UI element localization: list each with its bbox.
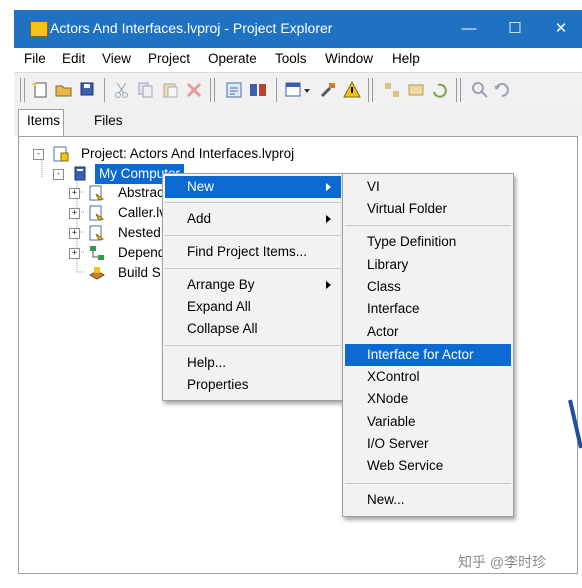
build-icon[interactable] <box>248 80 268 100</box>
submenu-item-virtual-folder[interactable]: Virtual Folder <box>345 198 511 220</box>
tree-label-caller: Caller.lv <box>118 205 167 220</box>
menu-item-label: New <box>187 179 215 194</box>
tree-label-abstract: Abstrac <box>118 185 164 200</box>
submenu-item-interface-for-actor[interactable]: Interface for Actor <box>345 344 511 366</box>
copy-icon[interactable] <box>136 80 156 100</box>
save-all-icon[interactable] <box>78 80 98 100</box>
collapse-icon[interactable]: - <box>33 149 44 160</box>
submenu-item-interface[interactable]: Interface <box>345 298 511 320</box>
title-bar[interactable]: Actors And Interfaces.lvproj - Project E… <box>14 10 582 48</box>
undo-icon[interactable] <box>492 80 512 100</box>
menu-item-collapse-all[interactable]: Collapse All <box>165 318 341 340</box>
submenu-item-variable[interactable]: Variable <box>345 411 511 433</box>
tab-files[interactable]: Files <box>86 110 134 134</box>
wrench-icon[interactable] <box>318 80 338 100</box>
menu-separator <box>165 235 341 236</box>
menu-help[interactable]: Help <box>392 51 420 66</box>
toolbar-grip[interactable] <box>20 78 25 102</box>
arrow-icon <box>568 399 582 449</box>
submenu-arrow-icon <box>326 215 331 223</box>
computer-icon <box>74 166 86 181</box>
tree-label-dependencies: Depend <box>118 245 166 260</box>
submenu-item-new-dialog[interactable]: New... <box>345 489 511 511</box>
arrange-icon[interactable] <box>284 80 304 100</box>
menu-item-new[interactable]: New <box>165 176 341 198</box>
new-file-icon[interactable] <box>30 80 50 100</box>
library-icon[interactable] <box>406 80 426 100</box>
library-file-icon <box>89 225 105 241</box>
submenu-item-web-service[interactable]: Web Service <box>345 455 511 477</box>
menu-item-help[interactable]: Help... <box>165 352 341 374</box>
warning-icon[interactable] <box>342 80 362 100</box>
menu-tools[interactable]: Tools <box>275 51 307 66</box>
menu-project[interactable]: Project <box>148 51 190 66</box>
expand-icon[interactable]: + <box>69 208 80 219</box>
properties-icon[interactable] <box>224 80 244 100</box>
maximize-button[interactable]: ☐ <box>492 15 538 43</box>
close-button[interactable]: ✕ <box>538 15 582 43</box>
context-menu: New Add Find Project Items... Arrange By… <box>162 173 344 401</box>
window-title: Actors And Interfaces.lvproj - Project E… <box>50 20 333 36</box>
tab-strip: Items Files <box>14 106 582 136</box>
search-icon[interactable] <box>470 80 490 100</box>
submenu-item-vi[interactable]: VI <box>345 176 511 198</box>
submenu-arrow-icon <box>326 281 331 289</box>
menu-window[interactable]: Window <box>325 51 373 66</box>
menu-item-expand-all[interactable]: Expand All <box>165 296 341 318</box>
tree-label-build-specs: Build S <box>118 265 161 280</box>
menu-separator <box>165 268 341 269</box>
delete-icon[interactable] <box>184 80 204 100</box>
menu-separator <box>345 225 511 226</box>
menu-item-arrange-by[interactable]: Arrange By <box>165 274 341 296</box>
expand-icon[interactable]: + <box>69 228 80 239</box>
collapse-icon[interactable]: - <box>53 169 64 180</box>
dropdown-arrow-icon[interactable] <box>302 80 312 100</box>
menu-edit[interactable]: Edit <box>62 51 85 66</box>
submenu-item-library[interactable]: Library <box>345 254 511 276</box>
new-submenu: VI Virtual Folder Type Definition Librar… <box>342 173 514 517</box>
submenu-item-xnode[interactable]: XNode <box>345 388 511 410</box>
library-file-icon <box>89 185 105 201</box>
menu-operate[interactable]: Operate <box>208 51 257 66</box>
menu-view[interactable]: View <box>102 51 131 66</box>
submenu-item-class[interactable]: Class <box>345 276 511 298</box>
expand-icon[interactable]: + <box>69 248 80 259</box>
open-folder-icon[interactable] <box>54 80 74 100</box>
tree-label-nested: Nested <box>118 225 161 240</box>
submenu-item-io-server[interactable]: I/O Server <box>345 433 511 455</box>
menu-separator <box>165 345 341 346</box>
tree-label-project: Project: Actors And Interfaces.lvproj <box>81 146 295 161</box>
expand-icon[interactable]: + <box>69 188 80 199</box>
submenu-item-type-definition[interactable]: Type Definition <box>345 231 511 253</box>
menu-item-find-project-items[interactable]: Find Project Items... <box>165 241 341 263</box>
menu-item-add[interactable]: Add <box>165 208 341 230</box>
toolbar <box>14 72 582 108</box>
submenu-arrow-icon <box>326 183 331 191</box>
refresh-icon[interactable] <box>430 80 450 100</box>
minimize-button[interactable]: — <box>446 15 492 43</box>
menu-file[interactable]: File <box>24 51 46 66</box>
dependencies-icon[interactable] <box>382 80 402 100</box>
cut-icon[interactable] <box>112 80 132 100</box>
menu-item-properties[interactable]: Properties <box>165 374 341 396</box>
menu-item-label: Arrange By <box>187 277 255 292</box>
menu-separator <box>165 202 341 203</box>
project-icon <box>53 146 69 162</box>
paste-icon[interactable] <box>160 80 180 100</box>
watermark: 知乎 @李时珍 <box>458 554 547 570</box>
labview-project-icon <box>30 21 48 37</box>
menu-item-label: Add <box>187 211 212 226</box>
submenu-item-actor[interactable]: Actor <box>345 321 511 343</box>
menu-separator <box>345 483 511 484</box>
library-file-icon <box>89 205 105 221</box>
menu-bar: File Edit View Project Operate Tools Win… <box>14 48 582 70</box>
tab-items[interactable]: Items <box>18 109 64 136</box>
build-specifications-icon <box>89 267 105 280</box>
submenu-item-xcontrol[interactable]: XControl <box>345 366 511 388</box>
dependencies-icon <box>90 246 104 260</box>
